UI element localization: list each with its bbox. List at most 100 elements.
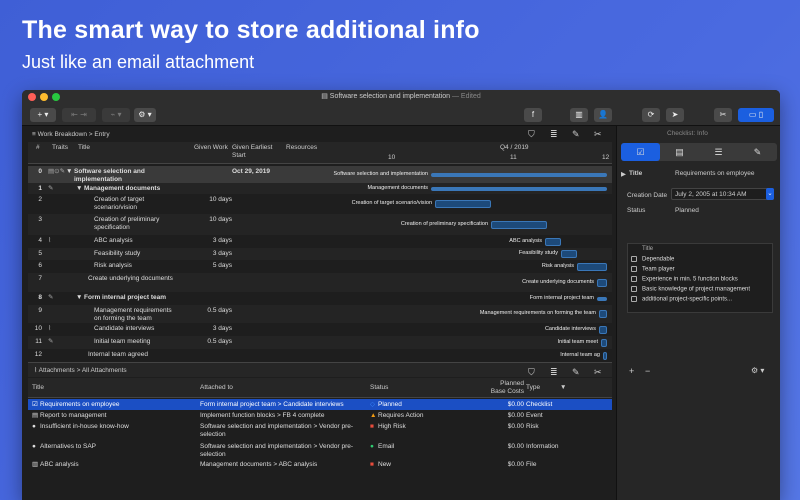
attachment-type: File [526, 461, 537, 468]
disclosure-triangle-icon[interactable]: ▼ [66, 168, 72, 176]
gantt-bar[interactable] [431, 186, 607, 191]
disclosure-icon[interactable]: ▶ [621, 170, 626, 178]
row-number: 7 [38, 275, 42, 282]
gantt-bar-label: ABC analysis [509, 237, 542, 244]
gantt-bar[interactable] [545, 237, 561, 246]
link-menu-button[interactable]: ⌁ ▾ [102, 108, 130, 122]
attachment-status: Requires Action [378, 412, 424, 419]
gantt-bar[interactable] [597, 296, 607, 301]
share-button[interactable]: ➤ [666, 108, 684, 122]
title-value[interactable]: Requirements on employee [675, 170, 755, 177]
notes-tab-icon[interactable]: ▤ [660, 143, 699, 161]
att-col-cost[interactable]: Planned Base Costs [484, 380, 524, 396]
checklist-item[interactable]: Team player [631, 266, 675, 273]
gantt-bar[interactable] [431, 172, 607, 177]
gantt-header: # Traits Title Given Work Given Earliest… [28, 142, 612, 164]
refresh-button[interactable]: ⟳ [642, 108, 660, 122]
given-work: 0.5 days [207, 307, 232, 314]
disclosure-triangle-icon[interactable]: ▼ [76, 294, 82, 302]
gantt-bar[interactable] [603, 351, 607, 360]
attachments-root[interactable]: Attachments [39, 367, 75, 374]
gantt-bar-label: Creation of target scenario/vision [351, 200, 432, 206]
row-number: 10 [34, 325, 42, 332]
checklist-gear-icon[interactable]: ⚙ ▾ [751, 366, 764, 375]
checkbox[interactable] [631, 296, 637, 302]
task-title: Creation of preliminary specification [94, 216, 160, 231]
attachment-title: Insufficient in-house know-how [40, 423, 129, 430]
close-window-button[interactable] [28, 93, 36, 101]
checkbox[interactable] [631, 276, 637, 282]
edit-tab-icon[interactable]: ✎ [738, 143, 777, 161]
indent-button[interactable]: ⇤ ⇥ [62, 108, 96, 122]
attachment-status: New [378, 461, 392, 468]
promo-headline: The smart way to store additional info [22, 16, 480, 44]
attachment-row[interactable]: ▥ ABC analysis Management documents > ABC … [28, 459, 612, 471]
gantt-bar[interactable] [597, 278, 607, 287]
gantt-bar[interactable] [435, 200, 491, 208]
att-col-type[interactable]: Type [526, 384, 540, 392]
checklist-tab-icon[interactable]: ☑ [621, 143, 660, 161]
sort-chevron-icon[interactable]: ▼ [560, 384, 566, 392]
gantt-bar[interactable] [599, 325, 607, 334]
add-item-button[interactable]: + [629, 366, 634, 376]
gantt-bar[interactable] [561, 250, 577, 258]
gantt-bar[interactable] [601, 338, 607, 347]
col-given-start[interactable]: Given Earliest Start [232, 144, 280, 160]
gantt-bar[interactable] [491, 220, 547, 229]
checkbox[interactable] [631, 286, 637, 292]
filter-icon[interactable]: ⛉ [528, 129, 535, 140]
traits-icon: ✎ [48, 338, 54, 345]
checklist-item[interactable]: additional project-specific points... [631, 296, 732, 303]
add-menu-button[interactable]: + ▾ [30, 108, 56, 122]
timeline-week-12: 12 [602, 154, 610, 161]
attachment-row[interactable]: ● Alternatives to SAP Software selection a… [28, 441, 612, 459]
attachment-row[interactable]: ☑ Requirements on employee Form internal p… [28, 399, 612, 410]
task-title: Create underlying documents [88, 275, 173, 282]
disclosure-triangle-icon[interactable]: ▼ [76, 185, 82, 193]
col-title[interactable]: Title [78, 144, 90, 152]
attachment-type: Risk [526, 423, 539, 430]
checklist-item[interactable]: Basic knowledge of project management [631, 286, 750, 293]
gantt-bar-label: Feasibility study [518, 250, 558, 256]
attachment-title: Alternatives to SAP [40, 443, 96, 450]
settings-menu-button[interactable]: ⚙ ▾ [134, 108, 156, 122]
columns-icon[interactable]: ≣ [550, 129, 558, 140]
attachment-row[interactable]: ● Insufficient in-house know-how Software … [28, 421, 612, 441]
breadcrumb-root[interactable]: Work Breakdown [38, 131, 87, 138]
list-tab-icon[interactable]: ☰ [699, 143, 738, 161]
all-attachments[interactable]: All Attachments [82, 367, 127, 374]
brush-icon[interactable]: ✎ [572, 129, 580, 140]
checklist-item[interactable]: Experience in min. 5 function blocks [631, 276, 738, 283]
checkbox[interactable] [631, 266, 637, 272]
gantt-bar[interactable] [599, 310, 607, 318]
given-work: 5 days [212, 262, 232, 269]
zoom-window-button[interactable] [52, 93, 60, 101]
tools-button[interactable]: ✂ [714, 108, 732, 122]
col-resources[interactable]: Resources [286, 144, 317, 152]
date-stepper-icon[interactable]: ⌄ [766, 188, 774, 200]
remove-item-button[interactable]: − [645, 366, 650, 376]
person-button[interactable]: 👤 [594, 108, 612, 122]
checkbox[interactable] [631, 256, 637, 262]
f-button[interactable]: f [524, 108, 542, 122]
breadcrumb-leaf[interactable]: Entry [94, 131, 109, 138]
file-icon: ▥ [32, 461, 39, 468]
col-traits[interactable]: Traits [52, 144, 68, 152]
window-title: Software selection and implementation [329, 93, 451, 100]
library-button[interactable]: ▥ [570, 108, 588, 122]
attachment-row[interactable]: ▤ Report to management Implement function … [28, 410, 612, 421]
document-icon: ▤ [321, 93, 330, 100]
att-col-attached[interactable]: Attached to [200, 384, 233, 392]
creation-date-field[interactable]: July 2, 2005 at 10:34 AM [671, 188, 774, 200]
minimize-window-button[interactable] [40, 93, 48, 101]
att-col-status[interactable]: Status [370, 384, 388, 392]
status-value[interactable]: Planned [675, 207, 699, 214]
info-icon: ● [32, 443, 36, 450]
checklist-item[interactable]: Dependable [631, 256, 674, 263]
att-col-title[interactable]: Title [32, 384, 44, 392]
gantt-bar[interactable] [577, 262, 607, 271]
layout-toggle[interactable]: ▭ ▯ [738, 108, 774, 122]
wrench-icon[interactable]: ✂ [594, 129, 602, 140]
col-num[interactable]: # [36, 144, 40, 152]
col-given-work[interactable]: Given Work [194, 144, 228, 152]
